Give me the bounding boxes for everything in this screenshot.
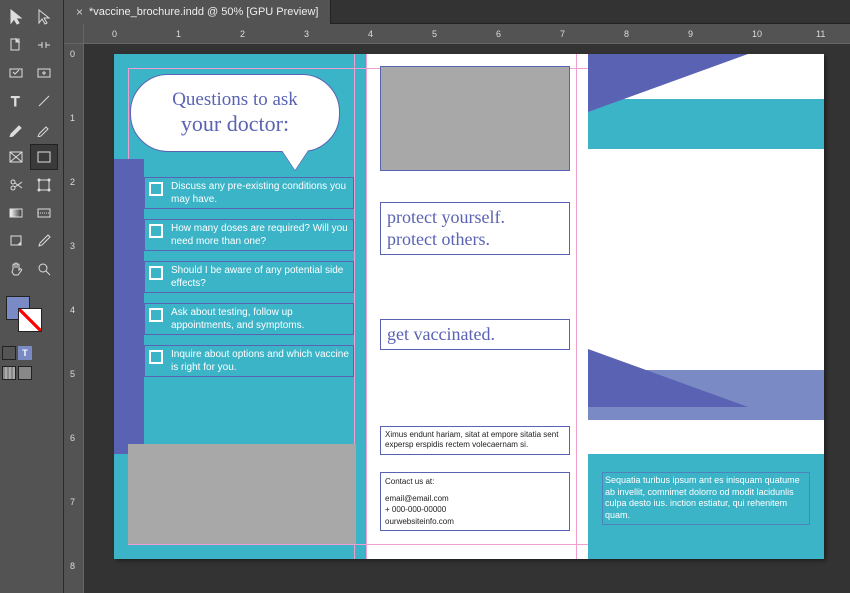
gap-tool[interactable] (30, 32, 58, 58)
bubble-title-1: Questions to ask (172, 89, 298, 111)
checkbox-icon (149, 266, 163, 280)
rectangle-tool[interactable] (30, 144, 58, 170)
main-area: × *vaccine_brochure.indd @ 50% [GPU Prev… (64, 0, 850, 593)
checklist-item[interactable]: Should I be aware of any potential side … (144, 261, 354, 293)
checklist-item[interactable]: Ask about testing, follow up appointment… (144, 303, 354, 335)
checklist-item[interactable]: Discuss any pre-existing conditions you … (144, 177, 354, 209)
document-page[interactable]: Questions to ask your doctor: Discuss an… (114, 54, 824, 559)
eyedropper-tool[interactable] (30, 228, 58, 254)
tab-title: *vaccine_brochure.indd @ 50% [GPU Previe… (89, 6, 318, 18)
vertical-ruler[interactable]: 0 1 2 3 4 5 6 7 8 (64, 44, 84, 593)
page-tool[interactable] (2, 32, 30, 58)
triangle-mid[interactable] (588, 349, 748, 407)
tool-panel: T (0, 0, 64, 593)
tagline-text-1[interactable]: protect yourself. protect others. (380, 202, 570, 255)
body-text-frame[interactable]: Ximus endunt hariam, sitat at empore sit… (380, 426, 570, 455)
format-text-icon[interactable]: T (18, 346, 32, 360)
close-tab-icon[interactable]: × (76, 5, 83, 19)
horizontal-ruler[interactable]: 0 1 2 3 4 5 6 7 8 9 10 11 (84, 24, 850, 44)
format-container-icon[interactable] (2, 346, 16, 360)
direct-selection-tool[interactable] (30, 4, 58, 30)
content-placer-tool[interactable] (30, 60, 58, 86)
image-frame-2[interactable] (380, 66, 570, 171)
speech-bubble[interactable]: Questions to ask your doctor: (130, 74, 340, 152)
bubble-title-2: your doctor: (181, 111, 289, 137)
footer-text: Sequatia turibus ipsum ant es inisquam q… (602, 472, 810, 525)
cyan-footer[interactable]: Sequatia turibus ipsum ant es inisquam q… (588, 454, 824, 559)
gradient-feather-tool[interactable] (30, 200, 58, 226)
document-tabbar: × *vaccine_brochure.indd @ 50% [GPU Prev… (64, 0, 850, 24)
checkbox-icon (149, 224, 163, 238)
purple-accent-block[interactable] (114, 159, 144, 454)
view-mode-normal[interactable] (2, 366, 16, 380)
svg-text:T: T (11, 93, 20, 109)
free-transform-tool[interactable] (30, 172, 58, 198)
content-collector-tool[interactable] (2, 60, 30, 86)
pen-tool[interactable] (2, 116, 30, 142)
canvas[interactable]: Questions to ask your doctor: Discuss an… (84, 44, 850, 593)
ruler-origin[interactable] (64, 24, 84, 44)
note-tool[interactable] (2, 228, 30, 254)
app-root: T (0, 0, 850, 593)
scissors-tool[interactable] (2, 172, 30, 198)
line-tool[interactable] (30, 88, 58, 114)
checklist: Discuss any pre-existing conditions you … (144, 177, 354, 377)
checkbox-icon (149, 182, 163, 196)
selection-tool[interactable] (2, 4, 30, 30)
contact-text-frame[interactable]: Contact us at: email@email.com + 000-000… (380, 472, 570, 531)
tagline-text-2[interactable]: get vaccinated. (380, 319, 570, 350)
stroke-color-swatch[interactable] (18, 308, 42, 332)
pencil-tool[interactable] (30, 116, 58, 142)
checklist-item[interactable]: Inquire about options and which vaccine … (144, 345, 354, 377)
checkbox-icon (149, 350, 163, 364)
hand-tool[interactable] (2, 256, 30, 282)
checklist-item[interactable]: How many doses are required? Will you ne… (144, 219, 354, 251)
image-frame-1[interactable] (128, 444, 356, 544)
brochure-panel-2: protect yourself. protect others. get va… (366, 54, 588, 559)
checkbox-icon (149, 308, 163, 322)
zoom-tool[interactable] (30, 256, 58, 282)
type-tool[interactable]: T (2, 88, 30, 114)
rectangle-frame-tool[interactable] (2, 144, 30, 170)
document-tab[interactable]: × *vaccine_brochure.indd @ 50% [GPU Prev… (64, 0, 331, 24)
fill-stroke-swatch[interactable] (2, 292, 61, 336)
gradient-swatch-tool[interactable] (2, 200, 30, 226)
pasteboard: Questions to ask your doctor: Discuss an… (84, 44, 850, 593)
view-mode-preview[interactable] (18, 366, 32, 380)
brochure-panel-1: Questions to ask your doctor: Discuss an… (114, 54, 366, 559)
triangle-top[interactable] (588, 54, 748, 112)
brochure-panel-3: Sequatia turibus ipsum ant es inisquam q… (588, 54, 824, 559)
